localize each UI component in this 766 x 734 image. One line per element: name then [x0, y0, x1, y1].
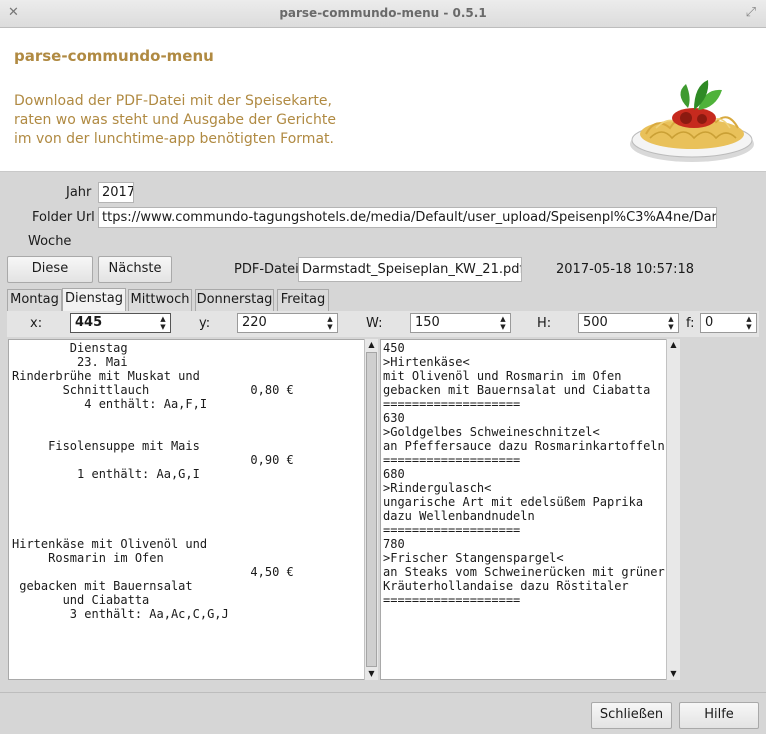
text-line: mit Olivenöl und Rosmarin im Ofen: [383, 369, 622, 383]
scroll-up-icon[interactable]: ▲: [667, 339, 680, 351]
tab-donnerstag[interactable]: Donnerstag: [195, 289, 274, 311]
spin-arrows-icon[interactable]: ▲ ▼: [498, 315, 508, 331]
help-button[interactable]: Hilfe: [679, 702, 759, 729]
scroll-down-icon[interactable]: ▼: [667, 668, 680, 680]
app-title: parse-commundo-menu: [14, 47, 214, 65]
text-line: Dienstag: [12, 341, 128, 355]
naechste-button[interactable]: Nächste: [98, 256, 172, 283]
right-scrollbar[interactable]: ▲ ▼: [666, 339, 680, 680]
text-line: 23. Mai: [12, 355, 128, 369]
spin-arrows-icon[interactable]: ▲ ▼: [744, 315, 754, 331]
h-value: 500: [583, 315, 608, 330]
maximize-icon[interactable]: ⤢: [746, 5, 756, 20]
window-title: parse-commundo-menu - 0.5.1: [279, 6, 487, 20]
y-value: 220: [242, 315, 267, 330]
x-spinbox[interactable]: 445 ▲ ▼: [70, 313, 171, 333]
text-line: an Pfeffersauce dazu Rosmarinkartoffeln: [383, 439, 665, 453]
tab-dienstag[interactable]: Dienstag: [62, 288, 126, 312]
text-line: 4 enthält: Aa,F,I: [12, 397, 208, 411]
timestamp: 2017-05-18 10:57:18: [556, 262, 695, 277]
text-line: 0,90 €: [12, 453, 294, 467]
pdf-text-pane[interactable]: Dienstag 23. Mai Rinderbrühe mit Muskat u…: [8, 339, 365, 680]
text-line: 4,50 €: [12, 565, 294, 579]
folder-url-label: Folder Url: [32, 210, 95, 225]
text-line: 780: [383, 537, 405, 551]
tab-montag[interactable]: Montag: [7, 289, 62, 311]
text-line: gebacken mit Bauernsalat: [12, 579, 193, 593]
scroll-down-icon[interactable]: ▼: [365, 668, 378, 680]
text-line: an Steaks vom Schweinerücken mit grüner: [383, 565, 665, 579]
y-label: y:: [199, 316, 211, 331]
text-line: ungarische Art mit edelsüßem Paprika: [383, 495, 644, 509]
f-value: 0: [705, 315, 714, 330]
spin-arrows-icon[interactable]: ▲ ▼: [158, 315, 168, 331]
x-value: 445: [75, 315, 103, 330]
scroll-up-icon[interactable]: ▲: [365, 339, 378, 351]
pdf-file-field[interactable]: Darmstadt_Speiseplan_KW_21.pdf: [298, 257, 522, 282]
h-label: H:: [537, 316, 552, 331]
description-line: Download der PDF-Datei mit der Speisekar…: [14, 93, 332, 109]
output-text-lines: 450 >Hirtenkäse< mit Olivenöl und Rosmarin…: [383, 341, 677, 607]
text-line: 680: [383, 467, 405, 481]
w-value: 150: [415, 315, 440, 330]
pdf-text-lines: Dienstag 23. Mai Rinderbrühe mit Muskat u…: [12, 341, 361, 621]
pdf-label: PDF-Datei: [234, 262, 299, 277]
left-scrollbar[interactable]: ▲ ▼: [364, 339, 378, 680]
close-button[interactable]: Schließen: [591, 702, 672, 729]
y-spinbox[interactable]: 220 ▲ ▼: [237, 313, 338, 333]
text-line: 1 enthält: Aa,G,I: [12, 467, 200, 481]
text-line: Rinderbrühe mit Muskat und: [12, 369, 200, 383]
text-line: Fisolensuppe mit Mais: [12, 439, 200, 453]
woche-label: Woche: [28, 234, 72, 249]
w-spinbox[interactable]: 150 ▲ ▼: [410, 313, 511, 333]
f-label: f:: [686, 316, 695, 331]
description-line: raten wo was steht und Ausgabe der Geric…: [14, 112, 336, 128]
text-line: [12, 495, 361, 509]
text-line: >Goldgelbes Schweineschnitzel<: [383, 425, 600, 439]
text-line: [12, 523, 361, 537]
app-description: Download der PDF-Datei mit der Speisekar…: [14, 92, 354, 149]
jahr-label: Jahr: [66, 185, 92, 200]
text-line: ===================: [383, 453, 521, 467]
folder-url-field[interactable]: ttps://www.commundo-tagungshotels.de/med…: [98, 207, 717, 228]
f-spinbox[interactable]: 0 ▲ ▼: [700, 313, 757, 333]
description-line: im von der lunchtime-app benötigten Form…: [14, 131, 334, 147]
text-line: 450: [383, 341, 405, 355]
header-banner: parse-commundo-menu Download der PDF-Dat…: [0, 28, 766, 172]
spin-arrows-icon[interactable]: ▲ ▼: [666, 315, 676, 331]
w-label: W:: [366, 316, 383, 331]
text-line: ===================: [383, 397, 521, 411]
output-text-pane[interactable]: 450 >Hirtenkäse< mit Olivenöl und Rosmarin…: [380, 339, 680, 680]
jahr-field[interactable]: 2017: [98, 182, 134, 203]
text-line: Kräuterhollandaise dazu Röstitaler: [383, 579, 629, 593]
text-line: [12, 425, 361, 439]
text-line: 630: [383, 411, 405, 425]
spin-arrows-icon[interactable]: ▲ ▼: [325, 315, 335, 331]
text-line: 3 enthält: Aa,Ac,C,G,J: [12, 607, 229, 621]
text-line: Rosmarin im Ofen: [12, 551, 164, 565]
text-line: [12, 509, 361, 523]
text-line: Schnittlauch 0,80 €: [12, 383, 294, 397]
title-bar: ✕ parse-commundo-menu - 0.5.1 ⤢: [0, 0, 766, 28]
text-line: ===================: [383, 593, 521, 607]
text-line: [12, 411, 361, 425]
text-line: dazu Wellenbandnudeln: [383, 509, 535, 523]
text-line: >Rindergulasch<: [383, 481, 492, 495]
diese-button[interactable]: Diese: [7, 256, 93, 283]
tab-freitag[interactable]: Freitag: [277, 289, 329, 311]
tab-mittwoch[interactable]: Mittwoch: [128, 289, 192, 311]
spaghetti-icon: [630, 80, 754, 162]
text-line: ===================: [383, 523, 521, 537]
x-label: x:: [30, 316, 43, 331]
scroll-thumb[interactable]: [366, 352, 377, 667]
text-line: gebacken mit Bauernsalat und Ciabatta: [383, 383, 651, 397]
text-line: >Frischer Stangenspargel<: [383, 551, 564, 565]
h-spinbox[interactable]: 500 ▲ ▼: [578, 313, 679, 333]
text-line: [12, 481, 361, 495]
text-line: Hirtenkäse mit Olivenöl und: [12, 537, 208, 551]
text-line: >Hirtenkäse<: [383, 355, 470, 369]
text-line: und Ciabatta: [12, 593, 150, 607]
